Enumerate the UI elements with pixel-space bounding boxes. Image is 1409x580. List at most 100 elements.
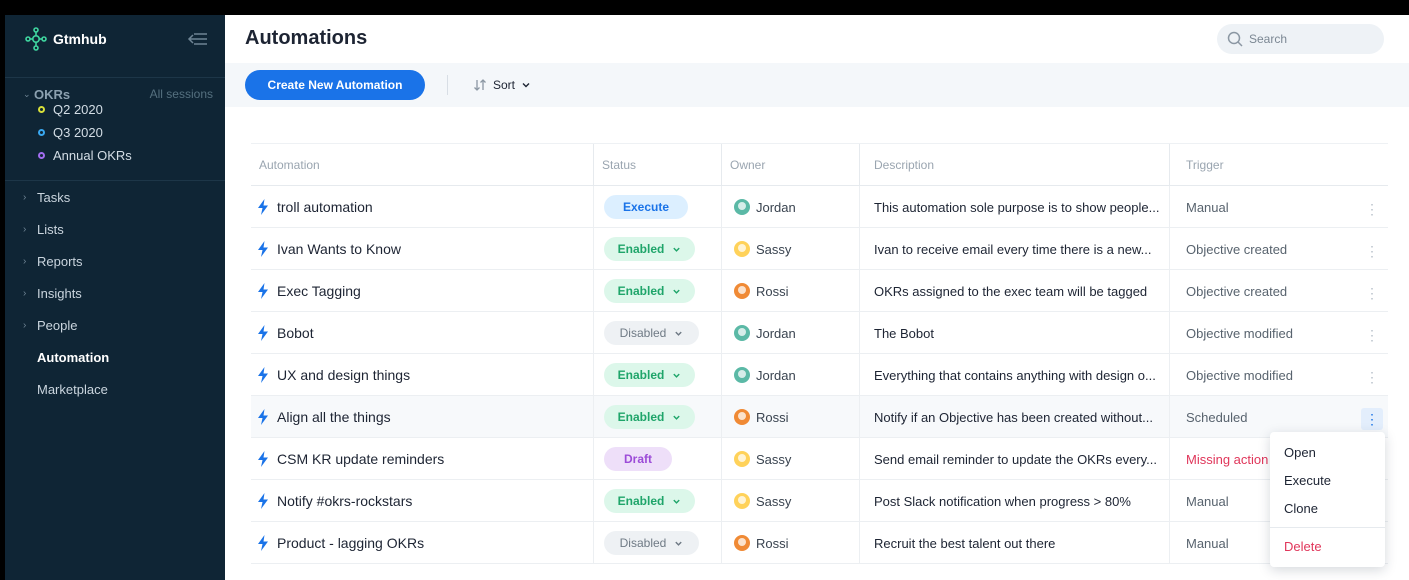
session-item-q3-2020[interactable]: Q3 2020 bbox=[38, 122, 103, 142]
chevron-down-icon bbox=[675, 541, 683, 546]
search-input[interactable] bbox=[1249, 32, 1369, 46]
table-row[interactable] bbox=[251, 564, 1388, 580]
automation-name-cell[interactable]: Bobot bbox=[251, 312, 593, 354]
sidebar-item-people[interactable]: › People bbox=[23, 314, 77, 336]
sidebar-item-reports[interactable]: › Reports bbox=[23, 250, 83, 272]
sidebar-item-tasks[interactable]: › Tasks bbox=[23, 186, 70, 208]
more-options-icon[interactable]: ⋮ bbox=[1361, 324, 1383, 346]
automation-name-cell[interactable]: Product - lagging OKRs bbox=[251, 522, 593, 564]
session-item-annual-okrs[interactable]: Annual OKRs bbox=[38, 145, 132, 165]
sidebar-item-automation[interactable]: Automation bbox=[37, 346, 109, 368]
more-options-icon[interactable]: ⋮ bbox=[1361, 240, 1383, 262]
menu-divider bbox=[1270, 527, 1385, 528]
chevron-down-icon bbox=[673, 289, 681, 294]
create-new-automation-button[interactable]: Create New Automation bbox=[245, 70, 425, 100]
more-options-icon[interactable]: ⋮ bbox=[1361, 408, 1383, 430]
table-row[interactable]: CSM KR update reminders Draft Sassy Send em… bbox=[251, 438, 1388, 480]
menu-item-delete[interactable]: Delete bbox=[1284, 539, 1322, 554]
automation-name: Bobot bbox=[277, 325, 314, 341]
table-row[interactable]: Product - lagging OKRs Disabled Rossi Recru… bbox=[251, 522, 1388, 564]
table-row[interactable]: Bobot Disabled Jordan The Bobot Objective mo… bbox=[251, 312, 1388, 354]
table-row[interactable]: Align all the things Enabled Rossi Notify i… bbox=[251, 396, 1388, 438]
description-cell: Post Slack notification when progress > … bbox=[859, 480, 1169, 522]
status-badge[interactable]: Enabled bbox=[604, 363, 695, 387]
status-label: Enabled bbox=[617, 368, 665, 382]
description-cell: This automation sole purpose is to show … bbox=[859, 186, 1169, 228]
session-label: Annual OKRs bbox=[53, 147, 132, 163]
status-label: Enabled bbox=[617, 410, 665, 424]
chevron-right-icon: › bbox=[23, 255, 27, 267]
automation-name-cell[interactable]: Align all the things bbox=[251, 396, 593, 438]
owner-name: Sassy bbox=[756, 451, 792, 467]
sidebar: Gtmhub ⌄ OKRs All sessions Q2 2020 Q3 20… bbox=[5, 15, 225, 580]
brand-name: Gtmhub bbox=[53, 31, 107, 47]
search-box[interactable] bbox=[1217, 24, 1384, 54]
owner-name: Rossi bbox=[756, 409, 789, 425]
column-header-owner[interactable]: Owner bbox=[721, 144, 859, 187]
status-badge[interactable]: Enabled bbox=[604, 489, 695, 513]
menu-item-open[interactable]: Open bbox=[1284, 445, 1316, 460]
status-label: Disabled bbox=[619, 326, 667, 340]
status-label: Execute bbox=[622, 200, 670, 214]
description-cell: Ivan to receive email every time there i… bbox=[859, 228, 1169, 270]
status-badge[interactable]: Disabled bbox=[604, 321, 699, 345]
automation-name-cell[interactable]: Ivan Wants to Know bbox=[251, 228, 593, 270]
avatar bbox=[734, 283, 750, 299]
lightning-bolt-icon bbox=[258, 199, 268, 215]
status-badge[interactable]: Enabled bbox=[604, 405, 695, 429]
session-item-q2-2020[interactable]: Q2 2020 bbox=[38, 99, 103, 119]
sidebar-item-insights[interactable]: › Insights bbox=[23, 282, 82, 304]
owner-cell: Rossi bbox=[721, 522, 859, 564]
table-row[interactable]: Notify #okrs-rockstars Enabled Sassy Post S… bbox=[251, 480, 1388, 522]
status-badge[interactable]: Execute bbox=[604, 195, 688, 219]
status-cell: Draft bbox=[593, 438, 721, 480]
sidebar-item-label: Insights bbox=[37, 285, 82, 301]
table-row[interactable]: UX and design things Enabled Jordan Everyth… bbox=[251, 354, 1388, 396]
automation-name-cell[interactable]: Notify #okrs-rockstars bbox=[251, 480, 593, 522]
sidebar-item-marketplace[interactable]: Marketplace bbox=[37, 378, 108, 400]
automation-name-cell[interactable]: CSM KR update reminders bbox=[251, 438, 593, 480]
sidebar-divider bbox=[5, 180, 225, 181]
table-row[interactable]: troll automation Execute Jordan This automa… bbox=[251, 186, 1388, 228]
collapse-sidebar-icon[interactable] bbox=[187, 28, 209, 50]
sort-dropdown[interactable]: Sort bbox=[473, 75, 531, 95]
automation-name-cell[interactable]: troll automation bbox=[251, 186, 593, 228]
automation-name-cell[interactable]: UX and design things bbox=[251, 354, 593, 396]
okrs-section: ⌄ OKRs All sessions Q2 2020 Q3 2020 Annu… bbox=[5, 77, 225, 163]
status-label: Enabled bbox=[617, 494, 665, 508]
status-badge[interactable]: Enabled bbox=[604, 237, 695, 261]
automation-name-cell[interactable]: Exec Tagging bbox=[251, 270, 593, 312]
table-row[interactable]: Exec Tagging Enabled Rossi OKRs assigned to… bbox=[251, 270, 1388, 312]
column-header-status[interactable]: Status bbox=[593, 144, 721, 187]
owner-cell: Jordan bbox=[721, 186, 859, 228]
column-header-trigger[interactable]: Trigger bbox=[1169, 144, 1388, 187]
chevron-right-icon: › bbox=[23, 319, 27, 331]
row-context-menu: Open Execute Clone Delete bbox=[1270, 432, 1385, 567]
lightning-bolt-icon bbox=[258, 367, 268, 383]
owner-name: Jordan bbox=[756, 199, 796, 215]
column-header-automation[interactable]: Automation bbox=[251, 144, 593, 187]
chevron-down-icon bbox=[522, 83, 530, 88]
status-badge[interactable]: Draft bbox=[604, 447, 672, 471]
status-cell: Enabled bbox=[593, 480, 721, 522]
avatar bbox=[734, 241, 750, 257]
status-badge[interactable]: Enabled bbox=[604, 279, 695, 303]
status-badge[interactable]: Disabled bbox=[604, 531, 699, 555]
toolbar: Create New Automation Sort bbox=[225, 63, 1409, 107]
more-options-icon[interactable]: ⋮ bbox=[1361, 282, 1383, 304]
status-label: Enabled bbox=[617, 242, 665, 256]
owner-cell: Sassy bbox=[721, 438, 859, 480]
sidebar-item-label: Marketplace bbox=[37, 381, 108, 397]
column-header-description[interactable]: Description bbox=[859, 144, 1169, 187]
more-options-icon[interactable]: ⋮ bbox=[1361, 198, 1383, 220]
table-row[interactable]: Ivan Wants to Know Enabled Sassy Ivan to re… bbox=[251, 228, 1388, 270]
sidebar-item-lists[interactable]: › Lists bbox=[23, 218, 64, 240]
owner-cell: Sassy bbox=[721, 228, 859, 270]
menu-item-execute[interactable]: Execute bbox=[1284, 473, 1331, 488]
avatar bbox=[734, 199, 750, 215]
brand[interactable]: Gtmhub bbox=[25, 25, 107, 53]
all-sessions-link[interactable]: All sessions bbox=[150, 87, 213, 101]
trigger-cell: Manual bbox=[1169, 186, 1388, 228]
menu-item-clone[interactable]: Clone bbox=[1284, 501, 1318, 516]
more-options-icon[interactable]: ⋮ bbox=[1361, 366, 1383, 388]
